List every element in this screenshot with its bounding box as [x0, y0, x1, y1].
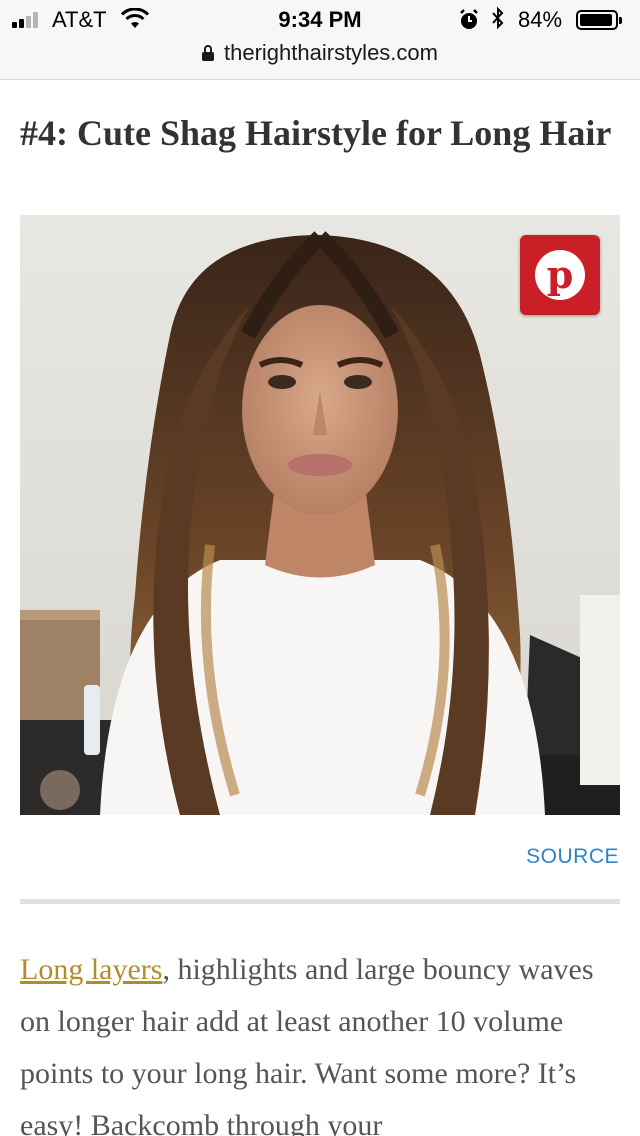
long-layers-link[interactable]: Long layers	[20, 953, 162, 986]
source-link[interactable]: SOURCE	[526, 845, 619, 869]
browser-top-bar: AT&T 9:34 PM 84% therighthairstyles.com	[0, 0, 640, 80]
pinterest-save-button[interactable]: p	[520, 235, 600, 315]
pinterest-icon: p	[535, 250, 585, 300]
article-heading: #4: Cute Shag Hairstyle for Long Hair	[20, 113, 612, 153]
status-bar: AT&T 9:34 PM 84%	[0, 0, 640, 40]
browser-page: AT&T 9:34 PM 84% therighthairstyles.com …	[0, 0, 640, 1136]
alarm-icon	[460, 9, 478, 29]
url-domain: therighthairstyles.com	[224, 40, 438, 65]
section-divider	[20, 899, 620, 904]
lock-icon	[202, 45, 214, 61]
bluetooth-icon	[492, 6, 504, 30]
battery-icon	[576, 10, 622, 30]
hairstyle-photo: p	[20, 215, 620, 815]
address-bar[interactable]: therighthairstyles.com	[0, 40, 640, 68]
article-paragraph: Long layers, highlights and large bouncy…	[20, 944, 620, 1136]
battery-percentage: 84%	[518, 7, 563, 32]
